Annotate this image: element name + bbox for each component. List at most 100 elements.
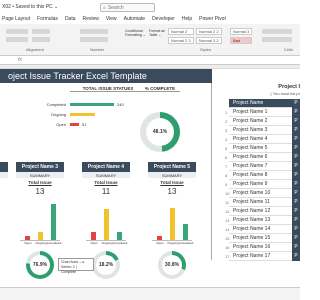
project-name: Project Name 14 [233, 226, 271, 232]
card-summary-project-3: SUMMARY [16, 172, 64, 178]
card-summary-project-5: SUMMARY [148, 172, 196, 178]
project-row[interactable]: 10 Project Name 10 P [225, 188, 300, 198]
group-label-alignment: Alignment [26, 47, 44, 52]
menu-item[interactable]: Data [65, 16, 76, 22]
project-name-header: Project Name [233, 100, 264, 106]
dashboard-area[interactable]: TOTAL ISSUE STATUES Completed Ongoing Op… [0, 83, 212, 279]
align-button[interactable] [6, 37, 28, 42]
project-cell-p: P [292, 125, 300, 135]
total-issue-value-5: 13 [167, 187, 177, 196]
total-issue-label-5: Total Issue [160, 180, 184, 185]
project-cell-p: P [292, 215, 300, 225]
overall-pct: 48.1% [146, 118, 174, 146]
project-row[interactable]: 5 Project Name 5P [225, 143, 300, 153]
group-label-number: Number [90, 47, 105, 52]
wrap-button[interactable] [32, 29, 50, 34]
project-name: Project Name 3 [233, 127, 268, 133]
pct-project-3: 76.9% [30, 255, 50, 275]
style-normal-2-3[interactable]: Normal 2 3 [168, 37, 194, 44]
project-row[interactable]: 4 Project Name 4P [225, 134, 300, 144]
project-list-panel: Project I ( You must list pr Project Nam… [224, 83, 300, 261]
insert-button[interactable] [262, 29, 292, 34]
conditional-formatting-button[interactable]: Conditional Formatting ⌄ [125, 29, 147, 37]
merge-button[interactable] [32, 37, 50, 42]
status-label-open: Open [56, 122, 66, 127]
project-row[interactable]: 7 Project Name 7P [225, 161, 300, 171]
number-format-buttons[interactable] [80, 37, 108, 42]
total-issue-label-4: Total Issue [94, 180, 118, 185]
donut-project-3: 76.9% [26, 251, 54, 279]
status-value-open: 51 [82, 122, 87, 127]
group-label-cells: Cells [284, 47, 293, 52]
menu-item[interactable]: Developer [152, 16, 175, 22]
menu-item[interactable]: View [106, 16, 117, 22]
number-format-select[interactable] [80, 29, 108, 34]
delete-button[interactable] [262, 37, 292, 42]
project-name: Project Name 16 [233, 244, 271, 250]
menu-item[interactable]: Power Pivot [199, 16, 226, 22]
menu-item[interactable]: Automate [124, 16, 145, 22]
card-header-project-5: Project Name 5 [148, 162, 196, 172]
bar-completed-3 [51, 204, 56, 240]
bar-completed-5 [183, 224, 188, 240]
project-row[interactable]: 1 Project Name 1P [225, 107, 300, 117]
donut-project-5: 30.8% [158, 251, 186, 279]
project-row[interactable]: 6 Project Name 6P [225, 152, 300, 162]
bar-label-completed-3: Completed [46, 241, 62, 245]
status-bar-open [70, 123, 79, 126]
donut-project-4: 18.2% [92, 251, 120, 279]
style-bad[interactable]: Bad [230, 37, 252, 44]
project-row[interactable]: 16 Project Name 16 P [225, 242, 300, 252]
project-name: Project Name 9 [233, 181, 268, 187]
status-bar-ongoing [70, 113, 95, 116]
format-as-table-button[interactable]: Format as Table ⌄ [149, 29, 167, 37]
project-row[interactable]: 8 Project Name 8P [225, 170, 300, 180]
align-button[interactable] [6, 29, 28, 34]
menu-item[interactable]: Formulas [37, 16, 58, 22]
project-row[interactable]: 9 Project Name 9P [225, 179, 300, 189]
group-label-styles: Styles [200, 47, 211, 52]
total-issue-label-3: Total Issue [28, 180, 52, 185]
menu-item[interactable]: Help [182, 16, 192, 22]
project-cell-p: P [292, 143, 300, 153]
project-list-header: Project Name P [229, 98, 300, 108]
project-cell-p: P [292, 170, 300, 180]
search-input[interactable]: ⌕ Search [100, 3, 155, 12]
style-normal-3-2[interactable]: Normal 3 2 [196, 37, 222, 44]
project-cell-p: P [292, 161, 300, 171]
menu-item[interactable]: Page Layout [2, 16, 30, 22]
project-name: Project Name 15 [233, 235, 271, 241]
card-header-project-4: Project Name 4 [82, 162, 130, 172]
style-normal-2-2[interactable]: Normal 2 2 [196, 28, 222, 35]
formula-bar[interactable] [0, 56, 300, 65]
project-name: Project Name 11 [233, 199, 270, 205]
bar-open-4 [91, 232, 96, 240]
project-row[interactable]: 11 Project Name 11 P [225, 197, 300, 207]
project-row[interactable]: 12 Project Name 12 P [225, 206, 300, 216]
total-issue-statues-title: TOTAL ISSUE STATUES [70, 86, 146, 92]
project-cell-p: P [292, 188, 300, 198]
project-row[interactable]: 14 Project Name 14 P [225, 224, 300, 234]
project-name: Project Name 13 [233, 217, 271, 223]
project-cell-p: P [292, 242, 300, 252]
style-normal-3[interactable]: Normal 3 [230, 28, 252, 35]
card-summary-partial [0, 172, 8, 178]
project-name: Project Name 7 [233, 163, 268, 169]
bar-label-completed-5: Completed [178, 241, 194, 245]
style-normal-2[interactable]: Normal 2 [168, 28, 194, 35]
search-placeholder: Search [107, 4, 124, 11]
project-row[interactable]: 17 Project Name 17 P [225, 251, 300, 261]
menu-item[interactable]: Review [83, 16, 99, 22]
fx-icon: fx [18, 57, 22, 63]
project-row[interactable]: 15 Project Name 15 P [225, 233, 300, 243]
tooltip-line-2: Series: 2 | Complete [61, 265, 77, 274]
project-cell-p: P [292, 134, 300, 144]
status-label-completed: Completed [46, 102, 66, 107]
project-cell-p: P [292, 197, 300, 207]
project-row[interactable]: 3 Project Name 3P [225, 125, 300, 135]
project-list-subheading: ( You must list pr [270, 91, 300, 96]
project-row[interactable]: 13 Project Name 13 P [225, 215, 300, 225]
project-row[interactable]: 2 Project Name 2P [225, 116, 300, 126]
project-cell-p: P [292, 251, 300, 261]
project-cell-p: P [292, 107, 300, 117]
